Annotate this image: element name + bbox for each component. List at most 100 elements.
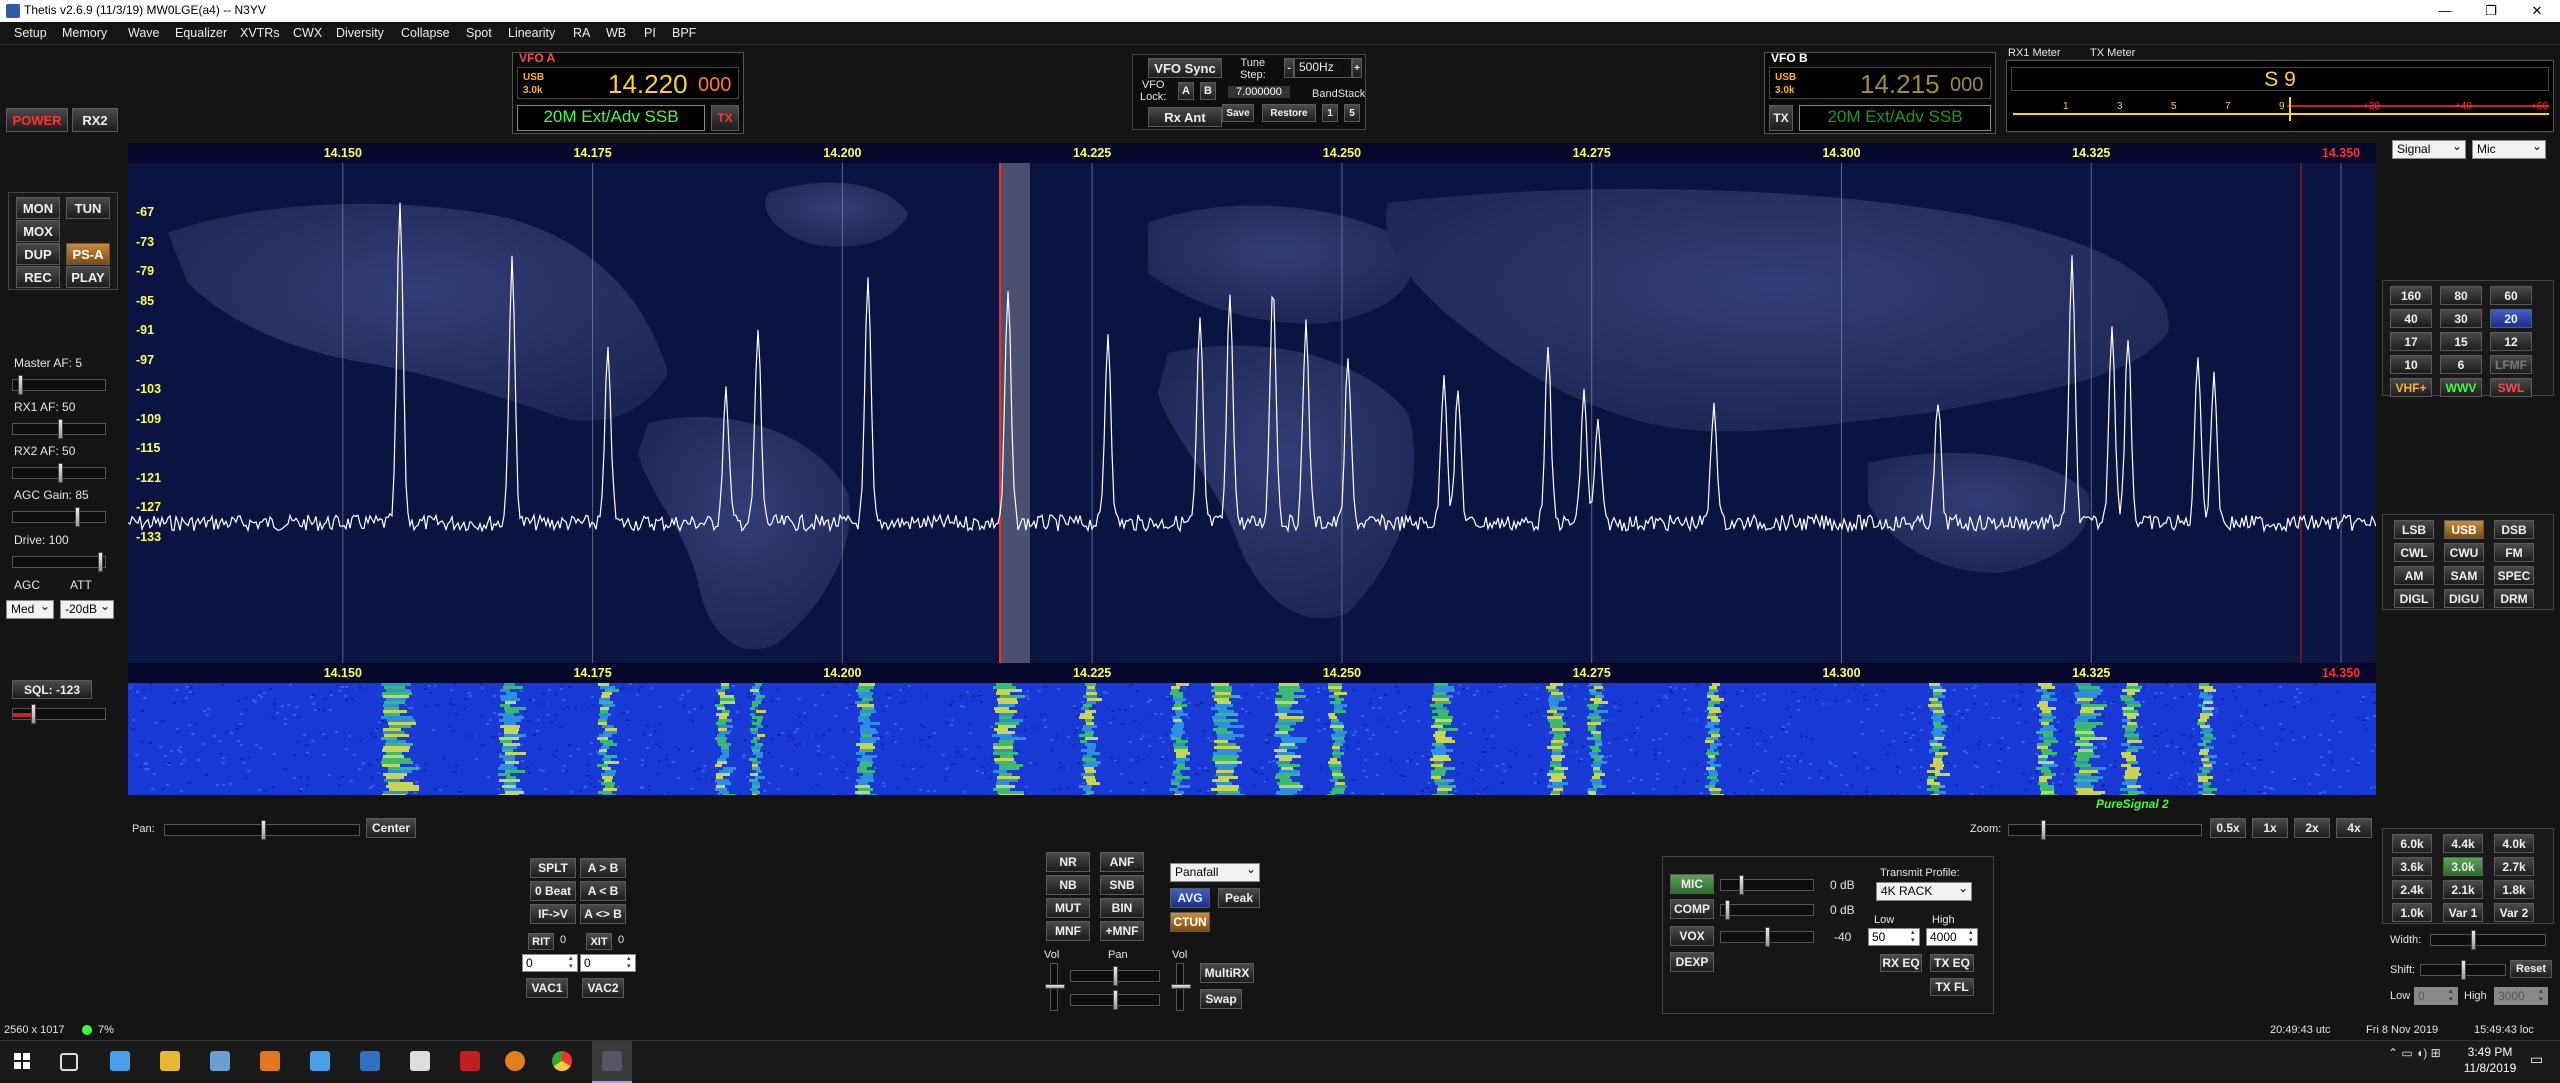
- multirx-button[interactable]: MultiRX: [1200, 963, 1254, 983]
- band-button-160[interactable]: 160: [2390, 286, 2432, 305]
- dup-button[interactable]: DUP: [16, 243, 60, 265]
- menu-diversity[interactable]: Diversity: [336, 26, 384, 40]
- mode-button-dsb[interactable]: DSB: [2494, 520, 2534, 539]
- bin-button[interactable]: BIN: [1100, 898, 1144, 918]
- menu-cwx[interactable]: CWX: [293, 26, 322, 40]
- sql-slider[interactable]: [12, 704, 106, 724]
- band-button-6[interactable]: 6: [2440, 355, 2482, 374]
- menu-pi[interactable]: PI: [644, 26, 656, 40]
- xit-button[interactable]: XIT: [586, 933, 612, 950]
- rx-eq-button[interactable]: RX EQ: [1880, 954, 1922, 972]
- vfo-lock-a-button[interactable]: A: [1178, 82, 1194, 100]
- center-button[interactable]: Center: [366, 818, 416, 838]
- calculator-icon[interactable]: [410, 1051, 430, 1071]
- plus-mnf-button[interactable]: +MNF: [1100, 921, 1144, 941]
- mode-button-spec[interactable]: SPEC: [2494, 566, 2534, 585]
- zoom-slider[interactable]: [2008, 820, 2202, 840]
- mnf-button[interactable]: MNF: [1046, 921, 1090, 941]
- filter-shift-slider[interactable]: [2420, 960, 2506, 980]
- rx2-af-slider[interactable]: [12, 463, 106, 483]
- mode-button-digl[interactable]: DIGL: [2394, 589, 2434, 608]
- tun-button[interactable]: TUN: [66, 197, 110, 219]
- mode-button-digu[interactable]: DIGU: [2444, 589, 2484, 608]
- filter-button-4-0k[interactable]: 4.0k: [2494, 834, 2534, 853]
- minimize-button[interactable]: —: [2422, 0, 2468, 22]
- filter-width-slider[interactable]: [2430, 930, 2546, 950]
- menu-linearity[interactable]: Linearity: [508, 26, 555, 40]
- band-button-20[interactable]: 20: [2490, 309, 2532, 328]
- mode-button-am[interactable]: AM: [2394, 566, 2434, 585]
- menu-bpf[interactable]: BPF: [672, 26, 696, 40]
- att-select[interactable]: -20dB: [60, 600, 114, 619]
- file-explorer-icon[interactable]: [160, 1051, 180, 1071]
- b-to-a-button[interactable]: A < B: [580, 881, 626, 901]
- app-icon-5[interactable]: [505, 1051, 525, 1071]
- filter-button-6-0k[interactable]: 6.0k: [2392, 834, 2432, 853]
- zero-beat-button[interactable]: 0 Beat: [530, 881, 576, 901]
- filter-button-2-4k[interactable]: 2.4k: [2392, 880, 2432, 899]
- chrome-icon[interactable]: [552, 1051, 572, 1071]
- anf-button[interactable]: ANF: [1100, 852, 1144, 872]
- filter-low-input[interactable]: 0: [2414, 987, 2458, 1005]
- band-button-15[interactable]: 15: [2440, 332, 2482, 351]
- rit-offset-input[interactable]: 0: [522, 954, 578, 972]
- menu-memory[interactable]: Memory: [62, 26, 107, 40]
- vac1-button[interactable]: VAC1: [526, 978, 568, 998]
- tx-eq-button[interactable]: TX EQ: [1930, 954, 1974, 972]
- comp-slider[interactable]: [1720, 900, 1814, 920]
- peak-button[interactable]: Peak: [1218, 888, 1260, 908]
- tx-low-input[interactable]: 50: [1868, 928, 1920, 946]
- mode-button-cwu[interactable]: CWU: [2444, 543, 2484, 562]
- tx-meter-select[interactable]: Mic: [2472, 140, 2546, 159]
- filter-reset-button[interactable]: Reset: [2510, 960, 2552, 978]
- menu-setup[interactable]: Setup: [14, 26, 47, 40]
- restore-button[interactable]: Restore: [1262, 104, 1316, 122]
- comp-button[interactable]: COMP: [1670, 899, 1714, 919]
- snb-button[interactable]: SNB: [1100, 875, 1144, 895]
- play-button[interactable]: PLAY: [66, 266, 110, 288]
- master-af-slider[interactable]: [12, 375, 106, 395]
- menu-wb[interactable]: WB: [606, 26, 626, 40]
- filter-button-1-8k[interactable]: 1.8k: [2494, 880, 2534, 899]
- ps-a-button[interactable]: PS-A: [66, 243, 110, 265]
- tray-icons[interactable]: ⌃ ▭ ◖) ⊞: [2388, 1046, 2441, 1060]
- mode-button-lsb[interactable]: LSB: [2394, 520, 2434, 539]
- if-to-v-button[interactable]: IF->V: [530, 904, 576, 924]
- media-app-icon[interactable]: [260, 1051, 280, 1071]
- mic-gain-slider[interactable]: [1720, 875, 1814, 895]
- windows-start-icon[interactable]: [14, 1053, 30, 1069]
- close-button[interactable]: ✕: [2514, 0, 2560, 22]
- app-icon-4[interactable]: [460, 1051, 480, 1071]
- zoom-1x-button[interactable]: 1x: [2252, 818, 2288, 838]
- band-button-17[interactable]: 17: [2390, 332, 2432, 351]
- pan-slider[interactable]: [164, 820, 360, 840]
- tune-step-up[interactable]: +: [1352, 58, 1362, 78]
- app-icon-2[interactable]: [210, 1051, 230, 1071]
- thetis-taskbar-item[interactable]: [592, 1041, 632, 1083]
- filter-button-4-4k[interactable]: 4.4k: [2443, 834, 2483, 853]
- menu-xvtrs[interactable]: XVTRs: [240, 26, 280, 40]
- ctun-button[interactable]: CTUN: [1170, 912, 1210, 932]
- swap-button[interactable]: Swap: [1200, 989, 1242, 1009]
- nr-button[interactable]: NR: [1046, 852, 1090, 872]
- maximize-button[interactable]: ❐: [2468, 0, 2514, 22]
- task-view-icon[interactable]: [60, 1053, 78, 1071]
- agc-select[interactable]: Med: [6, 600, 54, 619]
- rit-button[interactable]: RIT: [528, 933, 554, 950]
- mode-button-fm[interactable]: FM: [2494, 543, 2534, 562]
- zoom-0-5x-button[interactable]: 0.5x: [2210, 818, 2246, 838]
- vfo-b-tx-button[interactable]: TX: [1769, 105, 1793, 131]
- rec-button[interactable]: REC: [16, 266, 60, 288]
- mode-button-cwl[interactable]: CWL: [2394, 543, 2434, 562]
- bandstack-1-button[interactable]: 1: [1322, 104, 1338, 122]
- filter-button-3-6k[interactable]: 3.6k: [2392, 857, 2432, 876]
- band-button-40[interactable]: 40: [2390, 309, 2432, 328]
- mut-button[interactable]: MUT: [1046, 898, 1090, 918]
- band-button-60[interactable]: 60: [2490, 286, 2532, 305]
- menu-collapse[interactable]: Collapse: [401, 26, 450, 40]
- panadapter[interactable]: -67 -73 -79 -85 -91 -97 -103 -109 -115 -121 -127 -1…: [128, 163, 2376, 663]
- vfo-a-frequency-display[interactable]: USB 3.0k 14.220 000: [517, 67, 739, 99]
- band-button-lfmf[interactable]: LFMF: [2490, 355, 2532, 374]
- xit-offset-input[interactable]: 0: [580, 954, 636, 972]
- band-button-swl[interactable]: SWL: [2490, 378, 2532, 397]
